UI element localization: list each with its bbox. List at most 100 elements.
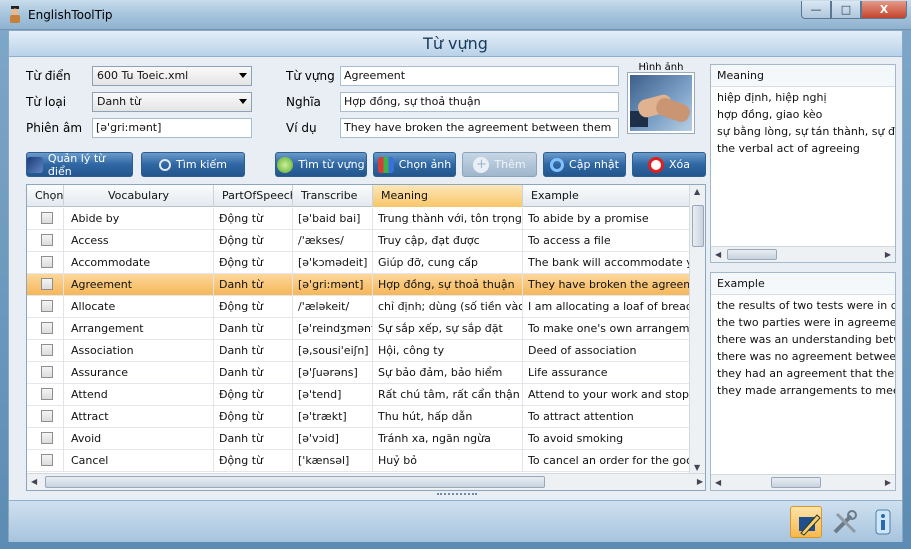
column-header-select[interactable]: Chọn <box>27 185 64 207</box>
scroll-left-icon[interactable]: ◀ <box>715 478 721 487</box>
transcribe-cell: [ə'baid bai] <box>293 208 373 230</box>
vocabulary-cell: Attend <box>64 384 214 406</box>
transcribe-cell: [ə'kɔmədeit] <box>293 252 373 274</box>
meaning-cell: Huỷ bỏ <box>373 450 523 472</box>
example-line: the results of two tests were in corresp… <box>717 299 895 312</box>
vertical-scrollbar[interactable]: ▲ ▼ <box>689 185 705 474</box>
meaning-line: the verbal act of agreeing <box>717 142 860 155</box>
column-header-example[interactable]: Example <box>523 185 690 207</box>
row-checkbox[interactable] <box>41 256 53 268</box>
example-label: Ví dụ <box>286 121 317 135</box>
meaning-scrollbar[interactable]: ◀ ▶ <box>711 246 895 262</box>
row-select-cell <box>27 274 64 296</box>
row-checkbox[interactable] <box>41 366 53 378</box>
vocabulary-cell: Agreement <box>64 274 214 296</box>
row-select-cell <box>27 318 64 340</box>
add-button[interactable]: + Thêm <box>462 152 537 177</box>
find-vocab-button[interactable]: Tìm từ vựng <box>275 152 367 177</box>
row-checkbox[interactable] <box>41 234 53 246</box>
example-scroll-thumb[interactable] <box>771 477 821 488</box>
handshake-image <box>628 73 694 133</box>
example-panel: Example the results of two tests were in… <box>710 272 896 491</box>
table-row[interactable]: Association Danh từ [ə,sousi'eiʃn] Hội, côn… <box>27 340 690 362</box>
vocabulary-cell: Cancel <box>64 450 214 472</box>
table-row[interactable]: Cancel Động từ ['kænsəl] Huỷ bỏ To cancel an… <box>27 450 690 472</box>
scroll-left-icon[interactable]: ◀ <box>715 250 721 259</box>
wordtype-select[interactable]: Danh từ <box>92 92 252 112</box>
table-row[interactable]: Abide by Động từ [ə'baid bai] Trung thành v… <box>27 208 690 230</box>
delete-button[interactable]: Xóa <box>632 152 706 177</box>
column-header-transcribe[interactable]: Transcribe <box>293 185 373 207</box>
phonetic-field[interactable]: [ə'gri:mənt] <box>92 118 252 138</box>
vocab-field[interactable]: Agreement <box>340 66 619 86</box>
meaning-line: sự bằng lòng, sự tán thành, sự đồng ý <box>717 125 895 138</box>
about-button[interactable] <box>867 506 899 538</box>
dictionary-select[interactable]: 600 Tu Toeic.xml <box>92 66 252 86</box>
table-row[interactable]: Assurance Danh từ [ə'ʃuərəns] Sự bảo đảm, b… <box>27 362 690 384</box>
scroll-right-icon[interactable]: ▶ <box>885 250 891 259</box>
row-checkbox[interactable] <box>41 410 53 422</box>
settings-button[interactable] <box>829 506 861 538</box>
example-cell: The bank will accommodate you w <box>523 252 690 274</box>
row-checkbox[interactable] <box>41 344 53 356</box>
scroll-right-icon[interactable]: ▶ <box>697 477 703 486</box>
meaning-cell: Sự bảo đảm, bảo hiểm <box>373 362 523 384</box>
column-header-meaning[interactable]: Meaning <box>373 185 523 207</box>
meaning-line: hiệp định, hiệp nghị <box>717 91 827 104</box>
meaning-field[interactable]: Hợp đồng, sự thoả thuận <box>340 92 619 112</box>
scroll-right-icon[interactable]: ▶ <box>885 478 891 487</box>
row-checkbox[interactable] <box>41 322 53 334</box>
meaning-cell: Thu hút, hấp dẫn <box>373 406 523 428</box>
choose-image-button[interactable]: Chọn ảnh <box>373 152 456 177</box>
column-header-vocabulary[interactable]: Vocabulary <box>64 185 214 207</box>
dictionary-label: Từ điển <box>26 69 71 83</box>
example-scrollbar[interactable]: ◀ ▶ <box>711 474 895 490</box>
image-label: Hình ảnh <box>638 62 684 73</box>
table-row[interactable]: Attend Động từ [ə'tend] Rất chú tâm, rất cẩ… <box>27 384 690 406</box>
example-cell: To abide by a promise <box>523 208 690 230</box>
column-header-partofspeech[interactable]: PartOfSpeech <box>214 185 293 207</box>
table-row[interactable]: Accommodate Động từ [ə'kɔmədeit] Giúp đỡ, c… <box>27 252 690 274</box>
search-button[interactable]: Tìm kiếm <box>141 152 245 177</box>
table-row[interactable]: Agreement Danh từ [ə'gri:mənt] Hợp đồng, sự… <box>27 274 690 296</box>
partofspeech-cell: Động từ <box>214 230 293 252</box>
transcribe-cell: ['kænsəl] <box>293 450 373 472</box>
table-row[interactable]: Access Động từ/'ækses/Truy cập, đạt được T… <box>27 230 690 252</box>
splitter-grip[interactable] <box>437 493 477 497</box>
example-field[interactable]: They have broken the agreement between t… <box>340 118 619 138</box>
row-checkbox[interactable] <box>41 388 53 400</box>
row-checkbox[interactable] <box>41 212 53 224</box>
row-checkbox[interactable] <box>41 432 53 444</box>
update-label: Cập nhật <box>569 158 619 171</box>
scroll-up-icon[interactable]: ▲ <box>694 187 700 196</box>
horizontal-scroll-thumb[interactable] <box>45 476 545 488</box>
find-vocab-label: Tìm từ vựng <box>298 158 365 171</box>
meaning-scroll-thumb[interactable] <box>727 249 777 260</box>
update-button[interactable]: Cập nhật <box>543 152 626 177</box>
example-line: they made arrangements to meet in Ch <box>717 384 895 397</box>
window-title: EnglishToolTip <box>28 8 113 22</box>
table-row[interactable]: Attract Động từ [ə'trækt] Thu hút, hấp dẫn T… <box>27 406 690 428</box>
close-button[interactable]: X <box>861 1 907 19</box>
table-row[interactable]: Arrangement Danh từ [ə'reindʒmənt] Sự sắp x… <box>27 318 690 340</box>
horizontal-scrollbar[interactable]: ◀ ▶ <box>27 473 705 490</box>
minimize-button[interactable]: — <box>801 1 831 19</box>
example-cell: Attend to your work and stop talkin <box>523 384 690 406</box>
title-bar: EnglishToolTip — □ X <box>0 0 911 30</box>
table-row[interactable]: Avoid Danh từ [ə'vɔid] Tránh xa, ngăn ngừa T… <box>27 428 690 450</box>
row-checkbox[interactable] <box>41 278 53 290</box>
example-cell: Deed of association <box>523 340 690 362</box>
vertical-scroll-thumb[interactable] <box>692 205 704 247</box>
scroll-down-icon[interactable]: ▼ <box>694 463 700 472</box>
table-row[interactable]: Allocate Động từ/'æləkeit/chỉ định; dùng … <box>27 296 690 318</box>
manage-dictionary-label: Quản lý từ điển <box>47 151 106 178</box>
scroll-left-icon[interactable]: ◀ <box>31 477 37 486</box>
manage-dictionary-button[interactable]: Quản lý từ điển <box>26 151 133 178</box>
row-checkbox[interactable] <box>41 300 53 312</box>
maximize-button[interactable]: □ <box>831 1 861 19</box>
dictionary-mode-button[interactable] <box>790 506 822 538</box>
search-label: Tìm kiếm <box>176 158 227 171</box>
row-checkbox[interactable] <box>41 454 53 466</box>
partofspeech-cell: Động từ <box>214 384 293 406</box>
meaning-cell: Tránh xa, ngăn ngừa <box>373 428 523 450</box>
